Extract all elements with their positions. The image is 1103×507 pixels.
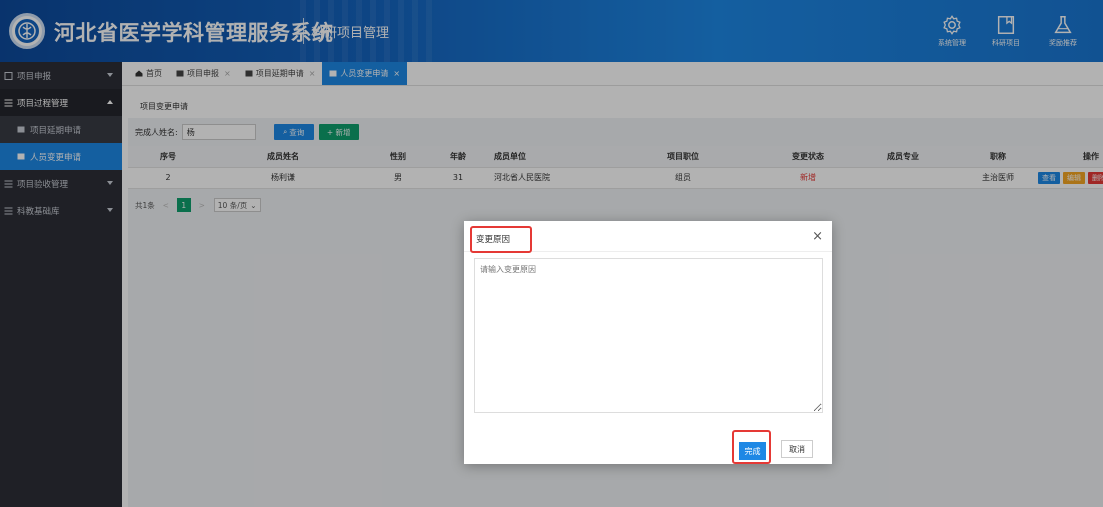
highlight-box: 完成 xyxy=(732,430,771,464)
cancel-button[interactable]: 取消 xyxy=(781,440,813,458)
change-reason-dialog: 变更原因 × 完成 取消 xyxy=(464,221,832,464)
dialog-header: 变更原因 × xyxy=(464,221,832,253)
complete-button[interactable]: 完成 xyxy=(739,442,766,460)
dialog-title: 变更原因 xyxy=(470,226,532,253)
close-icon[interactable]: × xyxy=(812,229,823,244)
change-reason-input[interactable] xyxy=(474,258,823,413)
